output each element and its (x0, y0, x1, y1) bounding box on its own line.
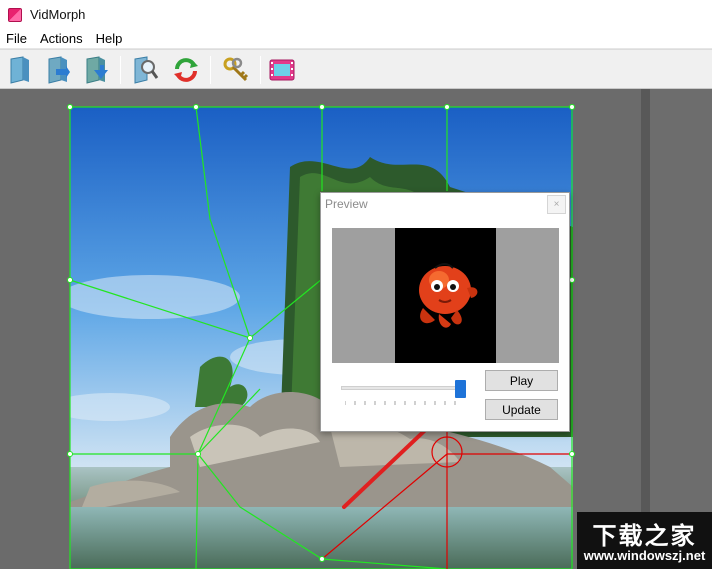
save-project-button[interactable] (82, 55, 110, 85)
open-project-icon (48, 56, 70, 84)
title-bar: VidMorph (0, 0, 712, 29)
menu-actions[interactable]: Actions (34, 31, 90, 46)
preview-dialog-title: Preview (325, 197, 368, 211)
preview-video-area (332, 228, 559, 363)
preview-slider-thumb[interactable] (454, 380, 466, 398)
play-button[interactable]: Play (485, 370, 558, 391)
preview-timeline-slider[interactable] (341, 386, 465, 390)
save-project-icon (86, 56, 108, 84)
side-panel (650, 89, 712, 569)
preview-film-icon (269, 59, 295, 81)
preview-close-button[interactable]: × (547, 195, 566, 214)
find-image-button[interactable] (132, 55, 160, 85)
close-icon: × (553, 199, 560, 210)
fish-character-image (419, 263, 478, 328)
update-button[interactable]: Update (485, 399, 558, 420)
app-title: VidMorph (30, 7, 86, 22)
preview-frame (395, 228, 496, 363)
new-project-icon (10, 56, 29, 84)
toolbar (0, 49, 712, 89)
open-project-button[interactable] (44, 55, 72, 85)
watermark-logo: 下载之家 www.windowszj.net (577, 512, 712, 569)
new-project-button[interactable] (6, 55, 34, 85)
toolbar-separator (260, 56, 261, 84)
slider-ticks (345, 401, 456, 405)
panel-divider[interactable] (641, 89, 650, 569)
preview-film-button[interactable] (268, 55, 296, 85)
watermark-url: www.windowszj.net (583, 548, 706, 563)
find-image-icon (134, 56, 159, 84)
toolbar-separator (120, 56, 121, 84)
refresh-icon (174, 58, 198, 82)
menu-file[interactable]: File (0, 31, 34, 46)
watermark-title: 下载之家 (592, 521, 697, 550)
menu-bar: File Actions Help (0, 29, 712, 49)
app-icon (8, 7, 22, 22)
keys-button[interactable] (222, 55, 250, 85)
preview-dialog: Preview × Play Update (320, 192, 570, 432)
refresh-button[interactable] (172, 55, 200, 85)
toolbar-separator (210, 56, 211, 84)
menu-help[interactable]: Help (90, 31, 130, 46)
keys-icon (223, 57, 249, 82)
